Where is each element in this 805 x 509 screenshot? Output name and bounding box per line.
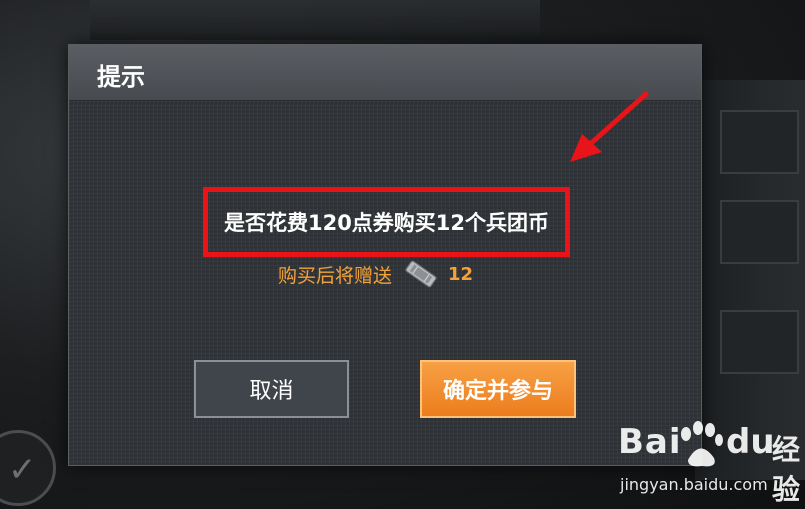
baidu-logo-right: du (726, 422, 775, 462)
watermark-url: jingyan.baidu.com (620, 475, 768, 494)
baidu-jingyan-watermark: Bai du 经验 jingyan.baidu.com (612, 420, 802, 506)
reward-text: 购买后将赠送 (278, 264, 393, 287)
annotation-arrow-icon (570, 91, 649, 162)
purchase-question: 是否花费120点券购买12个兵团币 (223, 211, 550, 235)
checkmark-icon: ✓ (8, 450, 37, 490)
background-banner (90, 0, 540, 40)
cancel-button[interactable]: 取消 (194, 360, 349, 418)
confirm-join-button[interactable]: 确定并参与 (420, 360, 576, 418)
background-tile (720, 110, 799, 174)
dialog-title: 提示 (97, 63, 145, 91)
background-tile (720, 310, 799, 374)
baidu-paw-icon (681, 421, 723, 467)
reward-count: 12 (448, 263, 474, 285)
silver-ticket-icon (405, 260, 437, 288)
reward-line: 购买后将赠送 12 (278, 258, 473, 290)
background-tile (720, 200, 799, 264)
jingyan-brand-text: 经验 (772, 433, 801, 506)
